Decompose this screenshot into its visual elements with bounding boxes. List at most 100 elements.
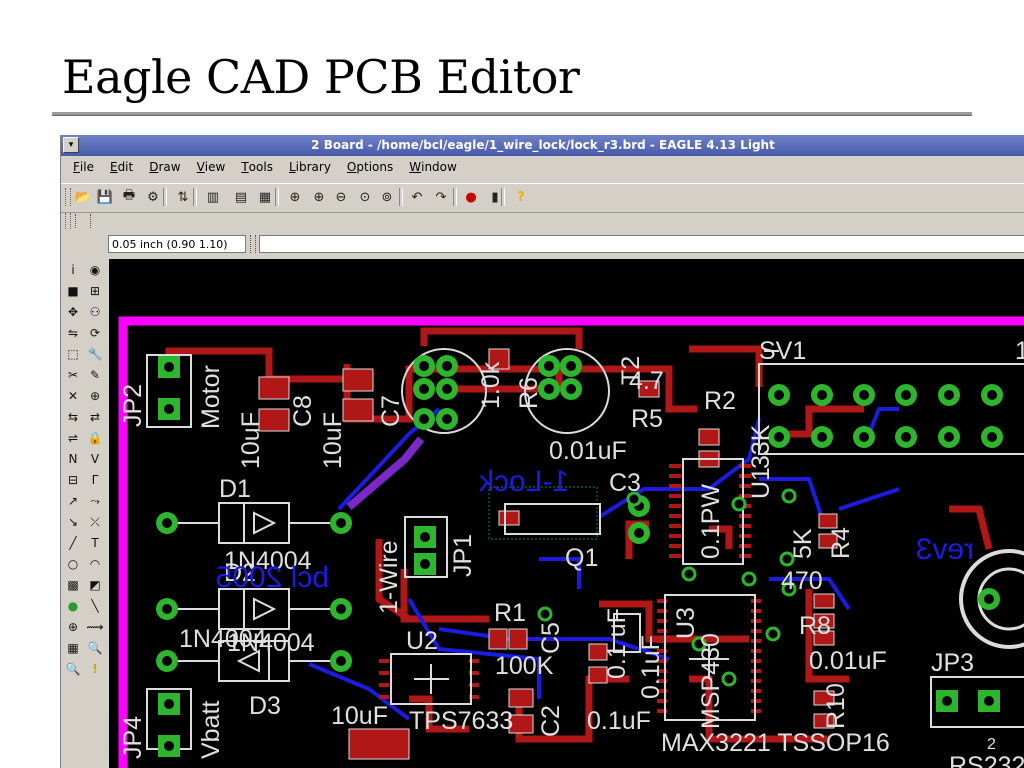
display-icon[interactable]: ■ [64, 282, 82, 300]
delete-icon[interactable]: ✕ [64, 387, 82, 405]
pinswap-icon[interactable]: ⇆ [64, 408, 82, 426]
stop-icon[interactable]: ● [461, 187, 481, 207]
drc-icon[interactable]: 🔍 [64, 660, 82, 678]
paste-icon[interactable]: ✎ [86, 366, 104, 384]
signal-icon[interactable]: ╲ [86, 597, 104, 615]
label-c3: C3 [609, 469, 641, 497]
split-icon[interactable]: ↗ [64, 492, 82, 510]
zoom-redraw-icon[interactable]: ⊙ [355, 187, 375, 207]
label-r4: R4 [827, 527, 855, 559]
menu-item-view[interactable]: View [197, 156, 226, 178]
grid-icon[interactable] [75, 214, 91, 228]
menu-accelerator: E [109, 160, 118, 174]
hole-icon[interactable]: ⊕ [64, 618, 82, 636]
label-jp3: JP3 [931, 649, 974, 677]
command-grip[interactable] [250, 235, 256, 253]
rotate-icon[interactable]: ⟳ [86, 324, 104, 342]
route-icon[interactable]: ↘ [64, 513, 82, 531]
menu-label: indow [421, 160, 457, 174]
coordinate-bar: 0.05 inch (0.90 1.10) [61, 233, 1024, 257]
cut-icon[interactable]: ✂ [64, 366, 82, 384]
optimize-icon[interactable]: ⤳ [86, 492, 104, 510]
arc-icon[interactable]: ◠ [86, 555, 104, 573]
label-jp4: JP4 [119, 716, 147, 759]
menu-label: ibrary [295, 160, 331, 174]
menu-label: ptions [356, 160, 394, 174]
label-r2: R2 [704, 387, 736, 415]
label-d3-value: 1N4004 [227, 629, 315, 657]
move-icon[interactable]: ✥ [64, 303, 82, 321]
rect-icon[interactable]: ▩ [64, 576, 82, 594]
info-icon[interactable]: i [64, 261, 82, 279]
window-menu-button[interactable]: ▾ [63, 137, 79, 153]
label-q1: Q1 [565, 544, 598, 572]
text-icon[interactable]: T [86, 534, 104, 552]
menu-item-library[interactable]: Library [289, 156, 331, 178]
label-u3: U3 [672, 607, 700, 639]
print-icon[interactable]: 🖶 [119, 187, 139, 207]
open-icon[interactable]: 📂 [73, 187, 93, 207]
circle-icon[interactable]: ○ [64, 555, 82, 573]
menu-accelerator: W [409, 160, 422, 174]
group-icon[interactable]: ⬚ [64, 345, 82, 363]
menu-item-edit[interactable]: Edit [110, 156, 133, 178]
replace-icon[interactable]: ⇌ [64, 429, 82, 447]
library-icon[interactable]: ▥ [203, 187, 223, 207]
label-c7: C7 [377, 395, 405, 427]
ulp-icon[interactable]: ▦ [255, 187, 275, 207]
autorouter-icon[interactable]: ▦ [64, 639, 82, 657]
toolbar-separator [501, 188, 505, 206]
board-canvas[interactable]: JP2 Motor C8 C7 10uF 10uF 1.0k R6 T2 4.7… [109, 259, 1024, 768]
label-bcl: bcl 2005 [216, 561, 329, 594]
menu-item-options[interactable]: Options [347, 156, 393, 178]
gateswap-icon[interactable]: ⇄ [86, 408, 104, 426]
label-rev3: rev3 [916, 533, 974, 566]
label-r8-value: 470 [781, 567, 823, 595]
toolbar-separator [193, 188, 197, 206]
menu-label: iew [204, 160, 226, 174]
zoom-fit-icon[interactable]: ⊕ [285, 187, 305, 207]
ratsnest-icon[interactable]: ⟿ [86, 618, 104, 636]
mirror-icon[interactable]: ⇋ [64, 324, 82, 342]
add-icon[interactable]: ⊕ [86, 387, 104, 405]
name-icon[interactable]: N [64, 450, 82, 468]
board-switch-icon[interactable]: ⇅ [173, 187, 193, 207]
miter-icon[interactable]: Γ [86, 471, 104, 489]
copy-icon[interactable]: ⚇ [86, 303, 104, 321]
window-titlebar[interactable]: ▾ 2 Board - /home/bcl/eagle/1_wire_lock/… [61, 135, 1024, 156]
cam-icon[interactable]: ⚙ [143, 187, 163, 207]
slide-title: Eagle CAD PCB Editor [62, 50, 580, 104]
smash-icon[interactable]: ⊟ [64, 471, 82, 489]
menu-item-tools[interactable]: Tools [241, 156, 273, 178]
toolbar-grip[interactable] [65, 188, 71, 206]
redo-icon[interactable]: ↷ [431, 187, 451, 207]
zoom-select-icon[interactable]: ⊚ [377, 187, 397, 207]
menu-item-window[interactable]: Window [409, 156, 457, 178]
menu-item-draw[interactable]: Draw [149, 156, 180, 178]
save-icon[interactable]: 💾 [95, 187, 115, 207]
help-icon[interactable]: ? [511, 187, 531, 207]
parameter-toolbar-grip[interactable] [65, 213, 71, 229]
show-icon[interactable]: ◉ [86, 261, 104, 279]
erc-icon[interactable]: 🔍 [86, 639, 104, 657]
polygon-icon[interactable]: ◩ [86, 576, 104, 594]
label-sv1: SV1 [759, 337, 806, 365]
command-line-input[interactable] [259, 235, 1024, 253]
lock-icon[interactable]: 🔒 [86, 429, 104, 447]
errors-icon[interactable]: ! [86, 660, 104, 678]
change-icon[interactable]: 🔧 [86, 345, 104, 363]
zoom-in-icon[interactable]: ⊕ [309, 187, 329, 207]
wire-icon[interactable]: ╱ [64, 534, 82, 552]
menu-item-file[interactable]: File [73, 156, 94, 178]
label-r5: R5 [631, 405, 663, 433]
label-u2-cap: 10uF [331, 702, 388, 730]
value-icon[interactable]: V [86, 450, 104, 468]
script-icon[interactable]: ▤ [231, 187, 251, 207]
ripup-icon[interactable]: ⤫ [86, 513, 104, 531]
label-u1: U1 [747, 467, 775, 499]
zoom-out-icon[interactable]: ⊖ [331, 187, 351, 207]
undo-icon[interactable]: ↶ [407, 187, 427, 207]
mark-icon[interactable]: ⊞ [86, 282, 104, 300]
label-r1-value: 100K [495, 652, 554, 680]
via-icon[interactable]: ● [64, 597, 82, 615]
